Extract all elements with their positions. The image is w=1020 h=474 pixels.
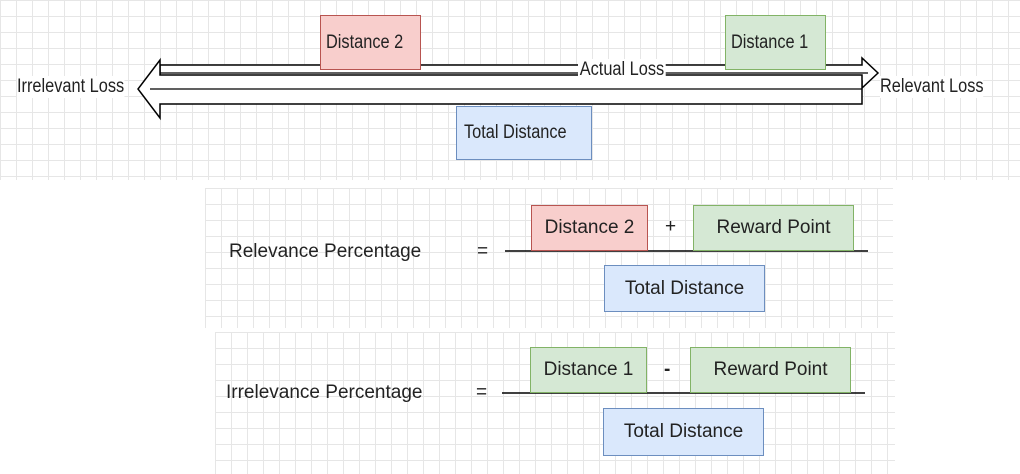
- irrelevance-distance1-box: Distance 1: [530, 347, 647, 393]
- distance1-box: Distance 1: [725, 15, 826, 70]
- irrelevance-minus-operator: -: [664, 359, 671, 380]
- relevance-distance2-box: Distance 2: [531, 205, 648, 251]
- relevance-percentage-label: Relevance Percentage: [229, 241, 422, 262]
- distance2-box: Distance 2: [320, 15, 421, 70]
- irrelevant-loss-label: Irrelevant Loss: [17, 76, 125, 98]
- irrelevance-equals-sign: =: [476, 382, 488, 403]
- irrelevance-percentage-label: Irrelevance Percentage: [226, 382, 423, 403]
- total-distance-box: Total Distance: [456, 106, 592, 160]
- distance2-label: Distance 2: [325, 31, 403, 53]
- irrelevance-reward-point-box: Reward Point: [690, 347, 851, 393]
- relevance-total-distance-box: Total Distance: [604, 265, 765, 312]
- irrelevance-total-distance-box: Total Distance: [603, 408, 764, 456]
- diagram-connectors: [137, 56, 880, 394]
- distance1-label: Distance 1: [730, 31, 808, 53]
- relevance-reward-point-box: Reward Point: [693, 205, 854, 251]
- actual-loss-label: Actual Loss: [578, 59, 666, 81]
- relevance-equals-sign: =: [477, 241, 489, 262]
- relevance-plus-operator: +: [665, 216, 677, 237]
- total-distance-label: Total Distance: [464, 122, 567, 143]
- relevant-loss-label: Relevant Loss: [880, 76, 984, 98]
